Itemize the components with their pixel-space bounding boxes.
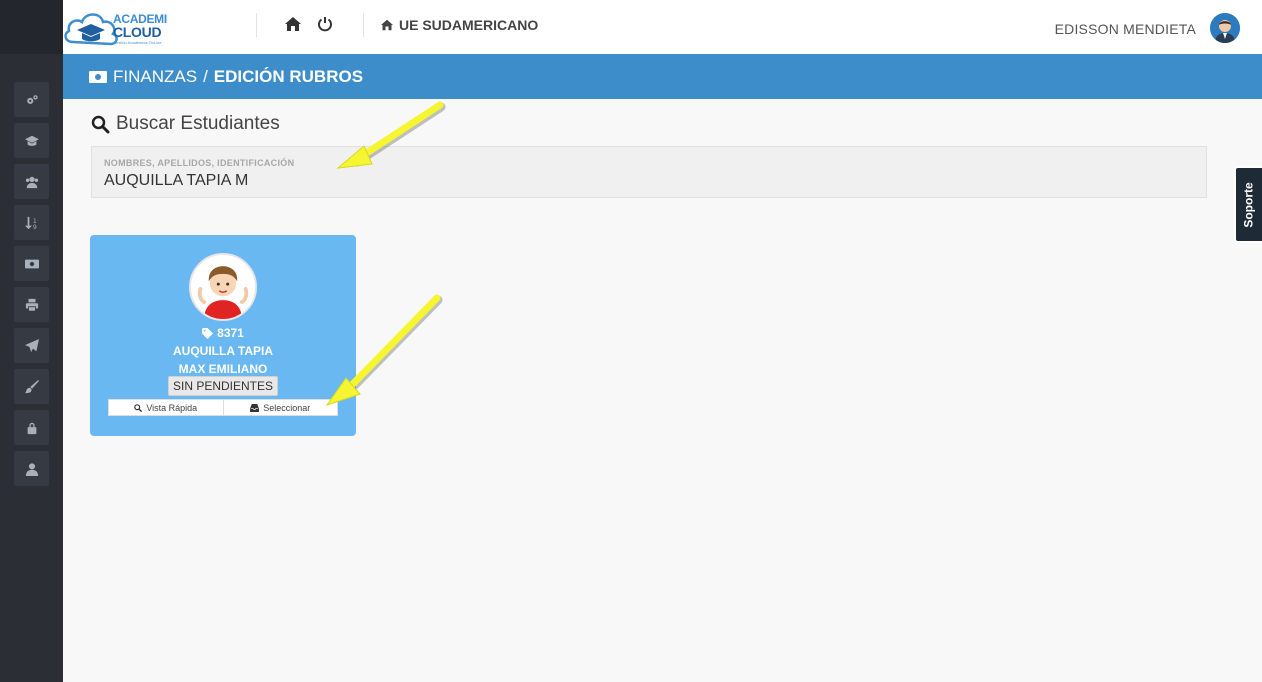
settings-icon[interactable]: [14, 82, 49, 117]
user-avatar[interactable]: [1210, 13, 1240, 43]
academicloud-logo[interactable]: ACADEMI CLOUD Gestión Académica OnLine: [63, 6, 175, 48]
logo-tagline: Gestión Académica OnLine: [113, 40, 162, 45]
sidebar-header: [0, 0, 63, 54]
student-avatar: [189, 253, 257, 321]
divider: [363, 13, 364, 37]
sidebar: 19: [0, 0, 63, 682]
graduation-cap-icon[interactable]: [14, 123, 49, 158]
search-title: Buscar Estudiantes: [91, 113, 280, 135]
quick-view-label: Vista Rápida: [146, 402, 198, 413]
users-icon[interactable]: [14, 164, 49, 199]
user-icon[interactable]: [14, 451, 49, 486]
top-navbar: ACADEMI CLOUD Gestión Académica OnLine U…: [63, 0, 1262, 54]
user-name[interactable]: EDISSON MENDIETA: [1055, 21, 1196, 37]
logo-text-line2: CLOUD: [113, 24, 162, 40]
student-id-value: 8371: [217, 326, 244, 340]
school-name-label: UE SUDAMERICANO: [399, 17, 539, 33]
power-icon[interactable]: [317, 16, 333, 32]
print-icon[interactable]: [14, 287, 49, 322]
breadcrumb-separator: /: [203, 66, 208, 86]
quick-view-button[interactable]: Vista Rápida: [109, 400, 223, 415]
paper-plane-icon[interactable]: [14, 328, 49, 363]
student-id: 8371: [90, 326, 356, 340]
money-icon: [89, 70, 107, 83]
support-tab-label: Soporte: [1242, 181, 1256, 228]
search-title-label: Buscar Estudiantes: [116, 113, 280, 134]
divider: [256, 13, 257, 37]
money-icon[interactable]: [14, 246, 49, 281]
status-badge: SIN PENDIENTES: [168, 376, 278, 396]
student-given-names: MAX EMILIANO: [178, 362, 268, 376]
lock-icon[interactable]: [14, 410, 49, 445]
support-tab[interactable]: Soporte: [1234, 166, 1262, 243]
student-card-actions: Vista Rápida Seleccionar: [108, 399, 338, 416]
search-icon: [91, 115, 110, 133]
brush-icon[interactable]: [14, 369, 49, 404]
inbox-icon: [250, 403, 260, 412]
search-field-label: NOMBRES, APELLIDOS, IDENTIFICACIÓN: [104, 158, 295, 168]
student-card: 8371 AUQUILLA TAPIA MAX EMILIANO SIN PEN…: [90, 235, 356, 436]
home-icon[interactable]: [285, 16, 301, 32]
select-label: Seleccionar: [263, 402, 311, 413]
page-title: EDICIÓN RUBROS: [213, 66, 364, 86]
search-input[interactable]: [104, 171, 1004, 191]
school-name: UE SUDAMERICANO: [381, 17, 538, 33]
svg-text:9: 9: [32, 224, 36, 230]
search-icon: [134, 403, 143, 412]
breadcrumb: FINANZAS / EDICIÓN RUBROS: [63, 54, 1262, 99]
home-icon: [381, 19, 393, 31]
search-field[interactable]: NOMBRES, APELLIDOS, IDENTIFICACIÓN: [91, 146, 1207, 198]
sort-numeric-icon[interactable]: 19: [14, 205, 49, 240]
tag-icon: [202, 327, 214, 339]
breadcrumb-section[interactable]: FINANZAS: [113, 67, 197, 87]
select-button[interactable]: Seleccionar: [222, 400, 337, 415]
student-surname: AUQUILLA TAPIA: [173, 344, 273, 358]
